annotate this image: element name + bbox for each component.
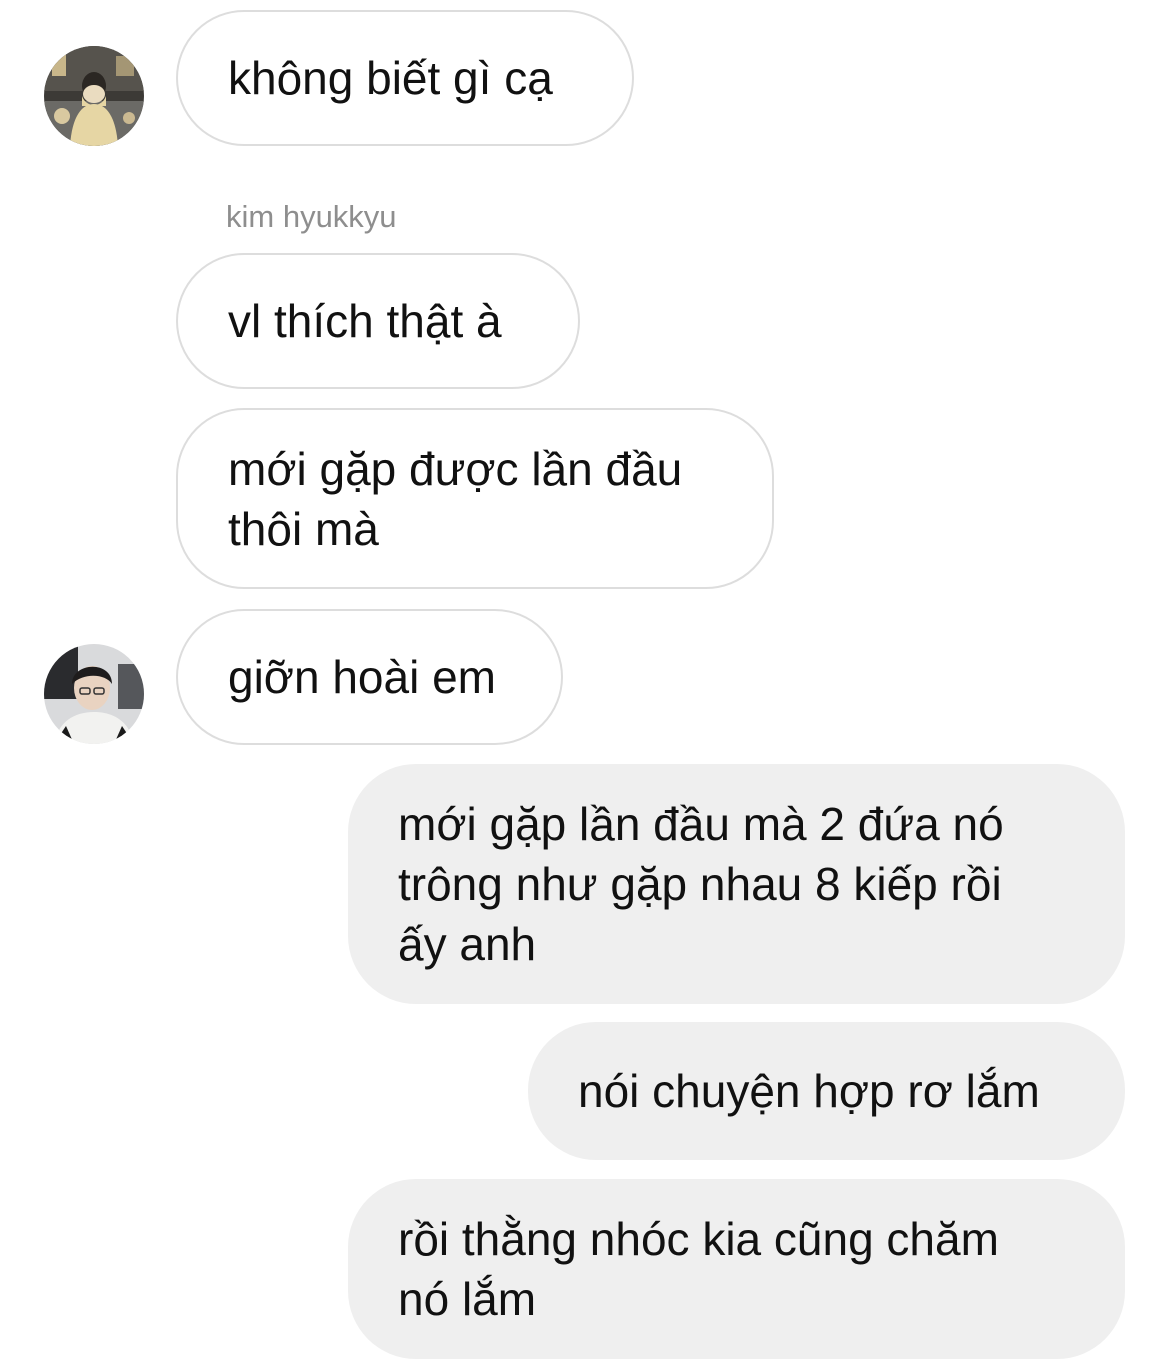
message-text: vl thích thật à xyxy=(228,295,502,347)
message-bubble-incoming[interactable]: không biết gì cạ xyxy=(176,10,634,146)
message-text: mới gặp được lần đầu thôi mà xyxy=(228,442,683,555)
message-bubble-outgoing[interactable]: nói chuyện hợp rơ lắm xyxy=(528,1022,1125,1160)
avatar[interactable] xyxy=(44,644,144,744)
message-text: không biết gì cạ xyxy=(228,52,553,104)
message-text: mới gặp lần đầu mà 2 đứa nó trông như gặ… xyxy=(398,798,1004,970)
message-bubble-incoming[interactable]: giỡn hoài em xyxy=(176,609,563,745)
message-bubble-incoming[interactable]: vl thích thật à xyxy=(176,253,580,389)
user-photo-icon xyxy=(44,644,144,744)
message-text: giỡn hoài em xyxy=(228,651,496,703)
avatar[interactable] xyxy=(44,46,144,146)
message-bubble-incoming[interactable]: mới gặp được lần đầu thôi mà xyxy=(176,408,774,589)
message-bubble-outgoing[interactable]: mới gặp lần đầu mà 2 đứa nó trông như gặ… xyxy=(348,764,1125,1004)
message-text: nói chuyện hợp rơ lắm xyxy=(578,1065,1040,1117)
sender-name: kim hyukkyu xyxy=(226,199,397,234)
user-photo-icon xyxy=(44,46,144,146)
message-text: rồi thằng nhóc kia cũng chăm nó lắm xyxy=(398,1213,999,1325)
message-bubble-outgoing[interactable]: rồi thằng nhóc kia cũng chăm nó lắm xyxy=(348,1179,1125,1359)
